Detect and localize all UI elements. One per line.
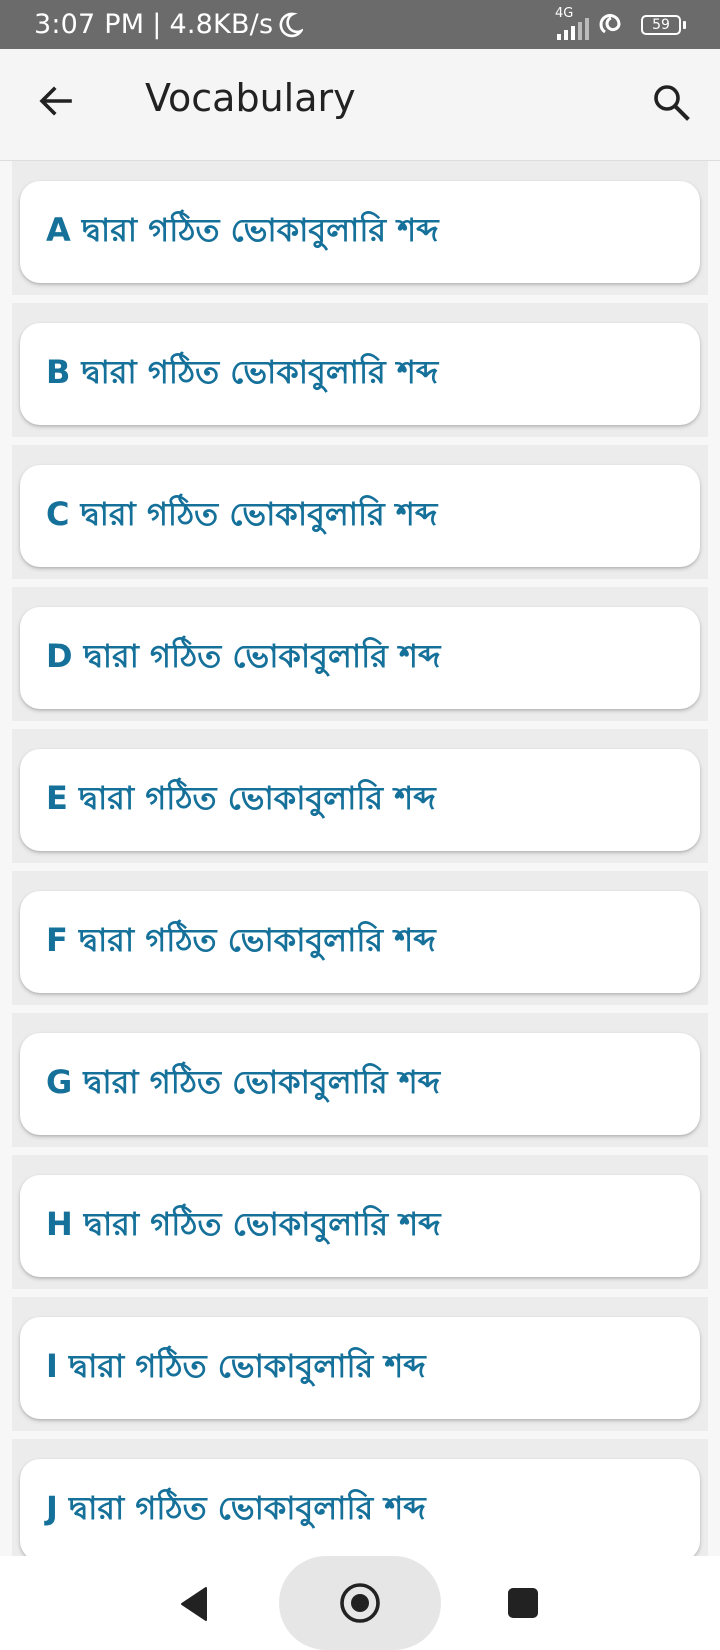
list-item[interactable]: E দ্বারা গঠিত ভোকাবুলারি শব্দ [12,729,708,863]
list-item-card[interactable]: D দ্বারা গঠিত ভোকাবুলারি শব্দ [20,607,700,709]
app-bar: Vocabulary [0,49,720,161]
list-item-label: A দ্বারা গঠিত ভোকাবুলারি শব্দ [46,211,439,249]
list-item-card[interactable]: I দ্বারা গঠিত ভোকাবুলারি শব্দ [20,1317,700,1419]
nav-home-button[interactable] [279,1556,441,1650]
search-icon [654,85,690,121]
list-item-card[interactable]: F দ্বারা গঠিত ভোকাবুলারি শব্দ [20,891,700,993]
list-item-label: B দ্বারা গঠিত ভোকাবুলারি শব্দ [46,353,439,391]
list-item[interactable]: B দ্বারা গঠিত ভোকাবুলারি শব্দ [12,303,708,437]
nav-back-button[interactable] [176,1584,216,1624]
hotspot-icon [599,12,631,38]
list-item-label: C দ্বারা গঠিত ভোকাবুলারি শব্দ [46,495,438,533]
list-item-label: H দ্বারা গঠিত ভোকাবুলারি শব্দ [46,1205,441,1243]
list-item-label: J দ্বারা গঠিত ভোকাবুলারি শব্দ [46,1489,426,1527]
signal-icon: 4G [553,6,589,40]
list-item[interactable]: F দ্বারা গঠিত ভোকাবুলারি শব্দ [12,871,708,1005]
list-item-label: E দ্বারা গঠিত ভোকাবুলারি শব্দ [46,779,436,817]
list-item-card[interactable]: A দ্বারা গঠিত ভোকাবুলারি শব্দ [20,181,700,283]
list-item[interactable]: H দ্বারা গঠিত ভোকাবুলারি শব্দ [12,1155,708,1289]
search-button[interactable] [650,81,692,123]
moon-icon [277,11,304,39]
status-separator: | [152,9,162,40]
status-bar: 3:07 PM | 4.8KB/s 4G 59 [0,0,720,49]
nav-recents-button[interactable] [504,1584,542,1622]
battery-icon: 59 [641,14,686,35]
status-speed: 4.8KB/s [169,9,274,40]
list-item-card[interactable]: J দ্বারা গঠিত ভোকাবুলারি শব্দ [20,1459,700,1556]
arrow-left-icon [39,86,72,116]
list-item[interactable]: I দ্বারা গঠিত ভোকাবুলারি শব্দ [12,1297,708,1431]
system-nav-bar [0,1556,720,1650]
list-item[interactable]: J দ্বারা গঠিত ভোকাবুলারি শব্দ [12,1439,708,1556]
list-item-card[interactable]: B দ্বারা গঠিত ভোকাবুলারি শব্দ [20,323,700,425]
list-item-label: I দ্বারা গঠিত ভোকাবুলারি শব্দ [46,1347,426,1385]
list-item[interactable]: G দ্বারা গঠিত ভোকাবুলারি শব্দ [12,1013,708,1147]
status-left: 3:07 PM | 4.8KB/s [34,9,304,40]
list-item-card[interactable]: G দ্বারা গঠিত ভোকাবুলারি শব্দ [20,1033,700,1135]
page-title: Vocabulary [145,76,356,120]
battery-level: 59 [652,16,670,33]
list-item[interactable]: C দ্বারা গঠিত ভোকাবুলারি শব্দ [12,445,708,579]
list-item-card[interactable]: C দ্বারা গঠিত ভোকাবুলারি শব্দ [20,465,700,567]
status-right: 4G 59 [553,6,686,40]
triangle-back-icon [181,1587,207,1621]
network-type: 4G [555,5,574,21]
list-item[interactable]: A দ্বারা গঠিত ভোকাবুলারি শব্দ [12,161,708,295]
list-item-label: D দ্বারা গঠিত ভোকাবুলারি শব্দ [46,637,441,675]
list-item-label: F দ্বারা গঠিত ভোকাবুলারি শব্দ [46,921,436,959]
list-item-card[interactable]: H দ্বারা গঠিত ভোকাবুলারি শব্দ [20,1175,700,1277]
back-button[interactable] [34,79,78,123]
list-item-label: G দ্বারা গঠিত ভোকাবুলারি শব্দ [46,1063,441,1101]
square-recents-icon [508,1588,538,1618]
vocabulary-list: A দ্বারা গঠিত ভোকাবুলারি শব্দ B দ্বারা গ… [0,161,720,1556]
status-time: 3:07 PM [34,9,145,40]
list-item[interactable]: D দ্বারা গঠিত ভোকাবুলারি শব্দ [12,587,708,721]
home-circle-icon [340,1583,380,1623]
list-item-card[interactable]: E দ্বারা গঠিত ভোকাবুলারি শব্দ [20,749,700,851]
